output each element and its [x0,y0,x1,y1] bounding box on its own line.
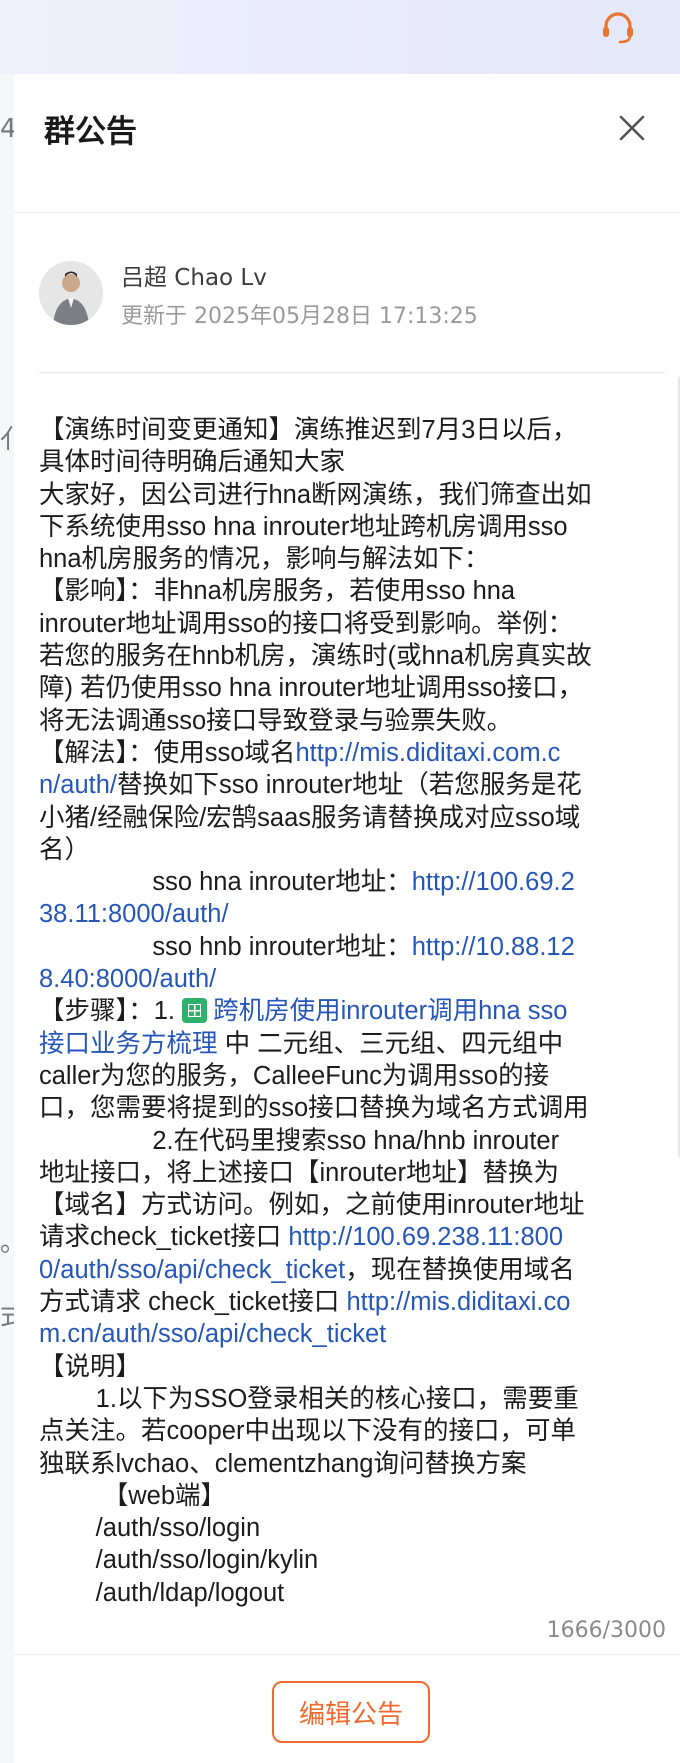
content-link[interactable]: http://mis.diditaxi.com.c [295,739,560,767]
content-text: 【解法】：使用sso域名 [39,738,296,767]
content-text: 下系统使用sso hna inrouter地址跨机房调用sso [39,512,568,541]
content-line: 2.在代码里搜索sso hna/hnb inrouter [39,1125,661,1157]
content-line: /auth/ldap/logout [39,1577,661,1609]
content-link[interactable]: http://100.69.2 [412,868,575,896]
content-link[interactable]: 38.11:8000/auth/ [39,900,229,928]
edit-announcement-button[interactable]: 编辑公告 [272,1681,430,1743]
content-line: 38.11:8000/auth/ [39,898,661,930]
content-line: hna机房服务的情况，影响与解法如下： [39,543,661,575]
content-text: 【影响】：非hna机房服务，若使用sso hna [39,577,516,606]
content-line: /auth/sso/login [39,1512,661,1544]
announcement-panel: 群公告 吕超 Chao Lv 更新于 2025年05月28日 17:13:25 … [14,74,680,1763]
author-divider [39,372,665,373]
content-line: sso hna inrouter地址：http://100.69.2 [39,866,661,898]
announcement-content[interactable]: 【演练时间变更通知】演练推迟到7月3日以后， 具体时间待明确后通知大家大家好，因公… [39,414,661,1684]
content-link[interactable]: m.cn/auth/sso/api/check_ticket [39,1320,386,1348]
content-line: 地址接口，将上述接口【inrouter地址】替换为 [39,1157,661,1189]
content-line: 1.以下为SSO登录相关的核心接口，需要重 [39,1383,661,1415]
content-line: /auth/sso/login/kylin [39,1544,661,1576]
content-link[interactable]: 接口业务方梳理 [39,1030,218,1058]
content-text: 中 二元组、三元组、四元组中 [217,1029,564,1058]
content-link[interactable]: http://mis.diditaxi.co [346,1288,570,1316]
content-line: 【演练时间变更通知】演练推迟到7月3日以后， [39,414,661,446]
content-line: 方式请求 check_ticket接口 http://mis.diditaxi.… [39,1286,661,1318]
content-text: ，现在替换使用域名 [345,1255,575,1284]
content-text: /auth/sso/login [39,1514,261,1543]
content-line: 大家好，因公司进行hna断网演练，我们筛查出如 [39,479,661,511]
content-text: 名） [39,835,91,864]
content-line: 障) 若仍使用sso hna inrouter地址调用sso接口， [39,672,661,704]
content-line: 0/auth/sso/api/check_ticket，现在替换使用域名 [39,1254,661,1286]
content-line: 【域名】方式访问。例如，之前使用inrouter地址 [39,1189,661,1221]
content-link[interactable]: n/auth/ [39,771,117,799]
content-text: 将无法调通sso接口导致登录与验票失败。 [39,706,513,735]
close-icon[interactable] [618,114,646,142]
content-line: 【解法】：使用sso域名http://mis.diditaxi.com.c [39,737,661,769]
content-text: 地址接口，将上述接口【inrouter地址】替换为 [39,1158,559,1187]
content-text: /auth/sso/login/kylin [39,1546,319,1575]
content-text: 【步骤】：1. [39,997,183,1026]
content-line: caller为您的服务，CalleeFunc为调用sso的接 [39,1060,661,1092]
content-line: 8.40:8000/auth/ [39,963,661,995]
content-line: n/auth/替换如下sso inrouter地址（若您服务是花 [39,769,661,801]
content-text: sso hna inrouter地址： [39,868,412,897]
content-line: 具体时间待明确后通知大家 [39,446,661,478]
avatar[interactable] [39,261,103,325]
content-text: 【域名】方式访问。例如，之前使用inrouter地址 [39,1191,585,1220]
content-text: inrouter地址调用sso的接口将受到影响。举例： [39,609,574,638]
content-text: 方式请求 check_ticket接口 [39,1288,347,1317]
content-text: 【说明】 [39,1352,142,1381]
updated-time: 更新于 2025年05月28日 17:13:25 [121,304,478,329]
content-line: 请求check_ticket接口 http://100.69.238.11:80… [39,1221,661,1253]
content-text: 【web端】 [39,1481,227,1510]
content-text: 具体时间待明确后通知大家 [39,448,346,477]
content-line: sso hnb inrouter地址：http://10.88.12 [39,931,661,963]
content-text: 2.在代码里搜索sso hna/hnb inrouter [39,1126,560,1155]
content-text: 障) 若仍使用sso hna inrouter地址调用sso接口， [39,674,584,703]
content-line: 名） [39,834,661,866]
content-line: 接口业务方梳理 中 二元组、三元组、四元组中 [39,1028,661,1060]
background-page-edge: 4 亻 。 式 [0,74,26,1763]
content-line: inrouter地址调用sso的接口将受到影响。举例： [39,608,661,640]
content-text: 大家好，因公司进行hna断网演练，我们筛查出如 [39,480,592,509]
content-line: 【说明】 [39,1351,661,1383]
content-line: 点关注。若cooper中出现以下没有的接口，可单 [39,1415,661,1447]
sheet-icon[interactable] [182,998,208,1024]
content-text: 若您的服务在hnb机房，演练时(或hna机房真实故 [39,642,592,671]
char-counter: 1666/3000 [546,1618,666,1643]
footer-divider [14,1654,680,1655]
header-divider [14,212,680,213]
content-text: hna机房服务的情况，影响与解法如下： [39,545,490,574]
content-line: 【web端】 [39,1480,661,1512]
author-name: 吕超 Chao Lv [121,265,267,291]
content-text: 替换如下sso inrouter地址（若您服务是花 [116,771,582,800]
content-text: sso hnb inrouter地址： [39,932,412,961]
content-line: 【步骤】：1. 跨机房使用inrouter调用hna sso [39,995,661,1027]
content-text: 1.以下为SSO登录相关的核心接口，需要重 [39,1384,579,1413]
headset-icon[interactable] [598,8,638,48]
content-link[interactable]: http://100.69.238.11:800 [288,1223,563,1251]
content-line: 小猪/经融保险/宏鹄saas服务请替换成对应sso域 [39,802,661,834]
panel-title: 群公告 [44,114,137,150]
content-text: 独联系lvchao、clementzhang询问替换方案 [39,1449,527,1478]
content-text: 【演练时间变更通知】演练推迟到7月3日以后， [39,416,578,444]
content-line: 口，您需要将提到的sso接口替换为域名方式调用 [39,1092,661,1124]
content-text: caller为您的服务，CalleeFunc为调用sso的接 [39,1061,550,1090]
content-line: 下系统使用sso hna inrouter地址跨机房调用sso [39,511,661,543]
content-text: /auth/ldap/logout [39,1578,285,1607]
content-text: 请求check_ticket接口 [39,1223,289,1252]
content-text: 口，您需要将提到的sso接口替换为域名方式调用 [39,1094,589,1123]
content-link[interactable]: 8.40:8000/auth/ [39,965,216,993]
content-line: 独联系lvchao、clementzhang询问替换方案 [39,1448,661,1480]
content-line: 若您的服务在hnb机房，演练时(或hna机房真实故 [39,640,661,672]
content-text: 点关注。若cooper中出现以下没有的接口，可单 [39,1417,576,1446]
top-bar [0,0,680,74]
content-text: 小猪/经融保险/宏鹄saas服务请替换成对应sso域 [39,803,581,832]
content-link[interactable]: 跨机房使用inrouter调用hna sso [213,997,567,1025]
content-link[interactable]: 0/auth/sso/api/check_ticket [39,1256,345,1284]
content-line: 将无法调通sso接口导致登录与验票失败。 [39,705,661,737]
content-link[interactable]: http://10.88.12 [412,933,575,961]
content-line: m.cn/auth/sso/api/check_ticket [39,1318,661,1350]
content-line: 【影响】：非hna机房服务，若使用sso hna [39,575,661,607]
